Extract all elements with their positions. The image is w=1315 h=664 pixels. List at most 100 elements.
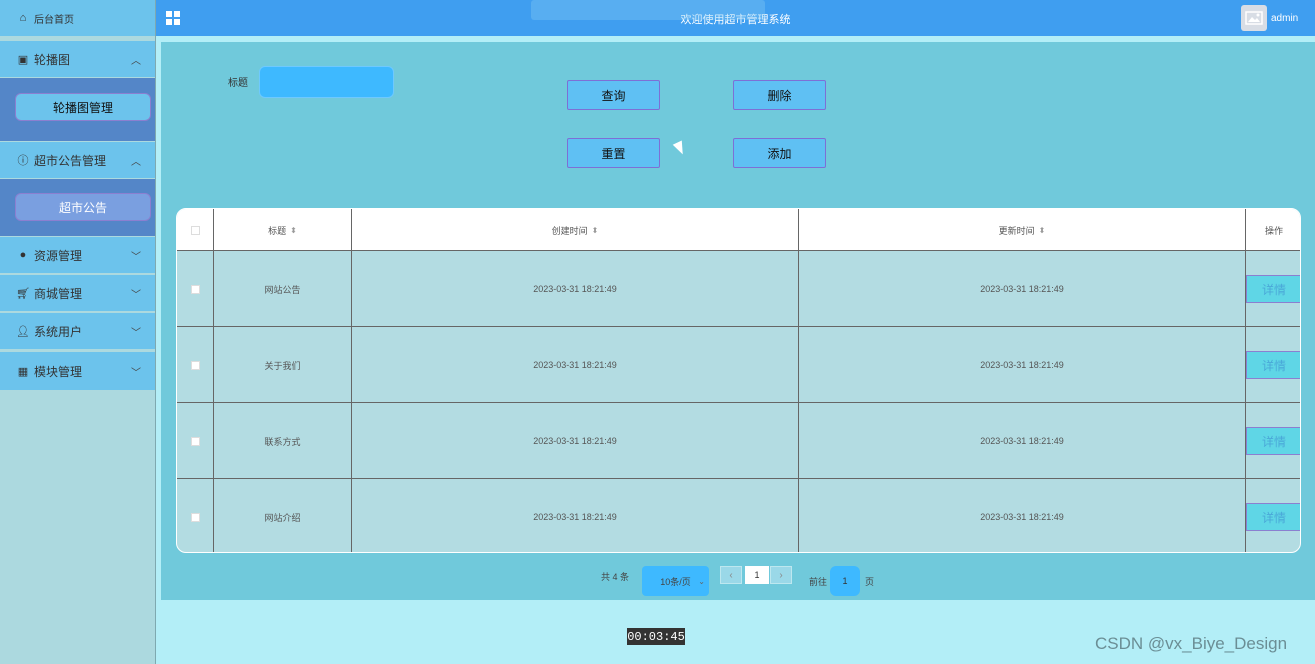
column-header-label: 更新时间 <box>998 225 1035 236</box>
chevron-down-icon: ﹀ <box>131 367 141 379</box>
chevron-down-icon: ﹀ <box>131 327 141 339</box>
watermark: CSDN @vx_Biye_Design <box>1095 634 1288 653</box>
row-select-cell <box>177 251 214 327</box>
sort-icon: ⬍ <box>1038 225 1046 235</box>
column-header-label: 操作 <box>1264 225 1283 236</box>
avatar[interactable] <box>1241 5 1267 31</box>
sidebar-item-mall[interactable]: 🛒︎ 商城管理 ﹀ <box>0 275 155 311</box>
cell-created: 2023-03-31 18:21:49 <box>352 327 799 403</box>
sidebar: ⌂ 后台首页 ▣ 轮播图 ︿ 轮播图管理 ⓘ 超市公告管理 ︿ 超市公告 ● 资… <box>0 0 156 664</box>
cell-updated: 2023-03-31 18:21:49 <box>799 327 1246 403</box>
cell-title: 关于我们 <box>214 327 352 403</box>
table-row: 网站公告 2023-03-31 18:21:49 2023-03-31 18:2… <box>177 251 1300 327</box>
sidebar-item-carousel[interactable]: ▣ 轮播图 ︿ <box>0 41 155 77</box>
sidebar-subitem-carousel-manage[interactable]: 轮播图管理 <box>15 93 151 121</box>
cell-created: 2023-03-31 18:21:49 <box>352 403 799 479</box>
reset-button[interactable]: 重置 <box>567 138 660 168</box>
page-size-select[interactable]: 10条/页 ⌄ <box>642 566 709 596</box>
user-icon: 👤︎ <box>16 325 30 338</box>
title-filter-label: 标题 <box>228 78 248 89</box>
image-placeholder-icon <box>1245 11 1263 25</box>
delete-button[interactable]: 删除 <box>733 80 826 110</box>
sidebar-subitem-label: 超市公告 <box>58 200 107 215</box>
location-icon: ● <box>19 249 27 261</box>
cell-title: 联系方式 <box>214 403 352 479</box>
chevron-left-icon: ‹ <box>729 569 733 581</box>
sidebar-item-label: 系统用户 <box>34 324 83 339</box>
table-header: 标题 ⬍ 创建时间 ⬍ 更新时间 ⬍ 操作 <box>177 209 1300 251</box>
sidebar-item-label: 轮播图 <box>34 52 71 67</box>
detail-button[interactable]: 详情 <box>1246 275 1300 303</box>
chevron-down-icon: ⌄ <box>698 576 705 586</box>
goto-page-input[interactable]: 1 <box>830 566 860 596</box>
info-icon: ⓘ <box>17 155 29 167</box>
sort-icon: ⬍ <box>290 225 297 235</box>
column-header-updated[interactable]: 更新时间 ⬍ <box>799 209 1246 251</box>
grid-icon: ▦ <box>17 365 29 378</box>
sidebar-item-notice[interactable]: ⓘ 超市公告管理 ︿ <box>0 142 155 178</box>
sidebar-item-users[interactable]: 👤︎ 系统用户 ﹀ <box>0 313 155 349</box>
table-row: 网站介绍 2023-03-31 18:21:49 2023-03-31 18:2… <box>177 479 1300 552</box>
chevron-right-icon: › <box>779 569 783 581</box>
image-icon: ▣ <box>17 53 29 66</box>
sidebar-item-label: 商城管理 <box>34 286 83 301</box>
table-row: 关于我们 2023-03-31 18:21:49 2023-03-31 18:2… <box>177 327 1300 403</box>
column-header-label: 标题 <box>268 225 287 236</box>
ghost-overlay <box>531 0 765 20</box>
select-all-checkbox[interactable] <box>190 225 200 235</box>
cell-created: 2023-03-31 18:21:49 <box>352 479 799 552</box>
prev-page-button[interactable]: ‹ <box>720 566 742 584</box>
page-size-value: 10条/页 <box>660 576 691 587</box>
row-checkbox[interactable] <box>190 284 200 294</box>
row-checkbox[interactable] <box>190 436 200 446</box>
page-suffix-label: 页 <box>865 577 875 587</box>
cell-created: 2023-03-31 18:21:49 <box>352 251 799 327</box>
chevron-down-icon: ﹀ <box>131 289 141 301</box>
video-timer: 00:03:45 <box>627 628 685 645</box>
sidebar-item-home[interactable]: ⌂ 后台首页 <box>0 0 155 36</box>
sidebar-item-resources[interactable]: ● 资源管理 ﹀ <box>0 237 155 273</box>
home-icon: ⌂ <box>19 12 27 24</box>
row-select-cell <box>177 327 214 403</box>
goto-label: 前往 <box>809 577 828 587</box>
cell-updated: 2023-03-31 18:21:49 <box>799 251 1246 327</box>
submenu-carousel: 轮播图管理 <box>0 78 155 141</box>
detail-button[interactable]: 详情 <box>1246 503 1300 531</box>
sidebar-subitem-label: 轮播图管理 <box>52 100 113 115</box>
detail-button[interactable]: 详情 <box>1246 427 1300 455</box>
column-header-title[interactable]: 标题 ⬍ <box>214 209 352 251</box>
row-checkbox[interactable] <box>190 360 200 370</box>
sort-icon: ⬍ <box>591 225 599 235</box>
sidebar-item-modules[interactable]: ▦ 模块管理 ﹀ <box>0 352 155 390</box>
sidebar-item-label: 后台首页 <box>34 14 74 26</box>
cell-updated: 2023-03-31 18:21:49 <box>799 479 1246 552</box>
sidebar-item-label: 超市公告管理 <box>34 153 107 168</box>
column-header-created[interactable]: 创建时间 ⬍ <box>352 209 799 251</box>
column-header-label: 创建时间 <box>551 225 588 236</box>
title-search-input[interactable] <box>259 66 394 98</box>
column-header-actions: 操作 <box>1246 209 1300 251</box>
select-all-cell <box>177 209 214 251</box>
row-select-cell <box>177 479 214 552</box>
chevron-up-icon: ︿ <box>131 156 141 168</box>
table-row: 联系方式 2023-03-31 18:21:49 2023-03-31 18:2… <box>177 403 1300 479</box>
pagination-total: 共 4 条 <box>601 572 630 582</box>
add-button[interactable]: 添加 <box>733 138 826 168</box>
sidebar-item-label: 资源管理 <box>34 248 83 263</box>
cart-icon: 🛒︎ <box>16 287 30 300</box>
sidebar-item-label: 模块管理 <box>34 364 83 379</box>
detail-button[interactable]: 详情 <box>1246 351 1300 379</box>
row-checkbox[interactable] <box>190 512 200 522</box>
cell-title: 网站介绍 <box>214 479 352 552</box>
row-select-cell <box>177 403 214 479</box>
main-panel: 标题 查询 删除 重置 添加 标题 ⬍ 创建时间 ⬍ 更新时间 ⬍ 操作 网站公告 <box>161 42 1315 600</box>
query-button[interactable]: 查询 <box>567 80 660 110</box>
cell-updated: 2023-03-31 18:21:49 <box>799 403 1246 479</box>
chevron-up-icon: ︿ <box>131 55 141 67</box>
data-table: 标题 ⬍ 创建时间 ⬍ 更新时间 ⬍ 操作 网站公告 2023-03-31 18:21… <box>176 208 1301 553</box>
sidebar-subitem-notice[interactable]: 超市公告 <box>15 193 151 221</box>
page-number-current[interactable]: 1 <box>745 566 769 584</box>
username[interactable]: admin <box>1271 13 1298 24</box>
chevron-down-icon: ﹀ <box>131 251 141 263</box>
next-page-button[interactable]: › <box>770 566 792 584</box>
